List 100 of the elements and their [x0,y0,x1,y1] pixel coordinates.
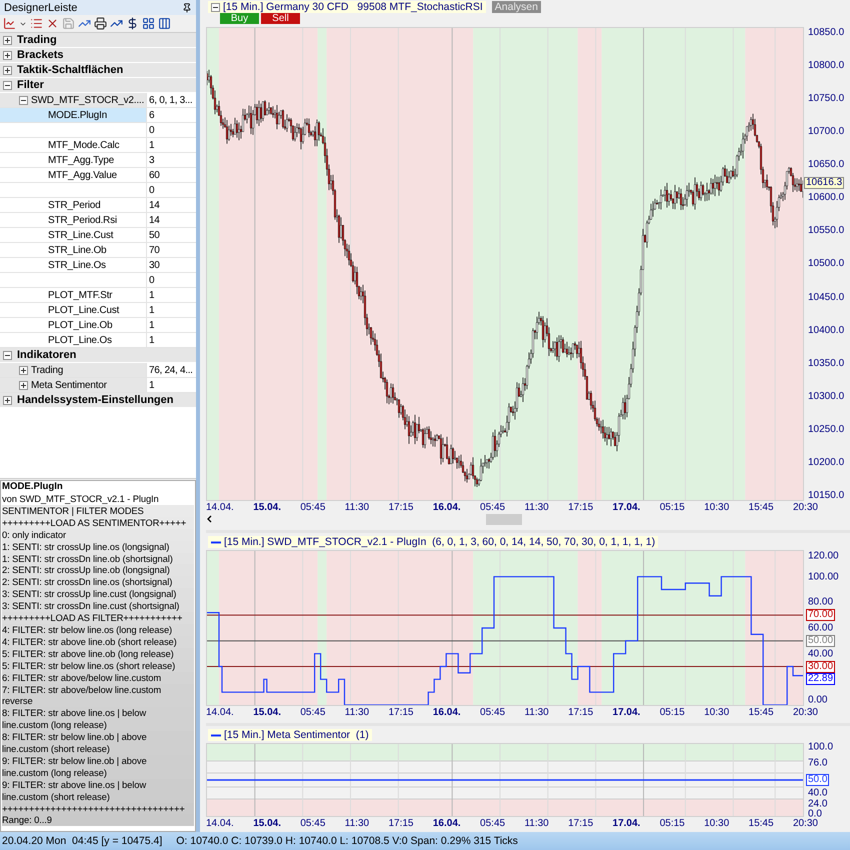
grid-icon[interactable] [142,17,155,30]
level-tag: 50.0 [806,774,830,786]
time-axis-label: 11:30 [524,706,549,718]
tree-section[interactable]: Trading [0,33,196,48]
time-axis-label: 17:15 [568,502,594,512]
price-axis-label: 10500.0 [807,258,846,270]
expand-icon[interactable] [3,66,12,74]
time-axis-label: 20:30 [792,502,818,512]
delete-icon[interactable] [46,17,59,30]
line-swatch-icon [211,540,221,544]
time-axis-label: 17.04. [612,502,640,512]
time-axis-label: 11:30 [344,818,370,828]
time-axis-label: 11:30 [524,818,549,828]
price-axis-label: 10550.0 [807,225,846,236]
tree-section[interactable]: Handelssystem-Einstellungen [0,393,196,408]
indicator-legend-text: [15 Min.] SWD_MTF_STOCR_v2.1 - PlugIn (6, 0, 1, 3, 60, 0, 14, 14, 50, 70, 30, 0, 1, 1, 1, 1) [224,536,656,548]
columns-icon[interactable] [158,17,171,30]
sentimentor-axis-label: 40.0 [808,787,828,798]
time-axis-label: 16.04. [432,706,461,718]
sell-button[interactable]: Sell [261,13,300,24]
chart-icon[interactable] [3,17,16,30]
price-axis-label: 10200.0 [807,456,846,468]
oscillator-axis-label: 120.00 [808,550,839,562]
price-tag: 10616.3 [804,177,844,190]
time-axis-label: 17.04. [612,818,640,828]
property-name[interactable]: MODE.PlugIn [0,108,147,122]
cursor-position: 20.04.20 Mon 04:45 [y = 10475.4] [2,835,162,847]
time-axis-label: 10:30 [704,502,730,512]
chevron-left-icon[interactable] [206,515,214,523]
time-axis-label: 20:30 [792,706,818,718]
level-tag: 30.00 [806,661,836,673]
indicator-legend-text: [15 Min.] Meta Sentimentor (1) [224,729,369,741]
price-axis-label: 10700.0 [807,126,846,138]
list-icon[interactable] [30,17,43,30]
price-axis-label: 10450.0 [807,292,846,302]
collapse-icon[interactable] [3,350,12,360]
price-axis-label: 10850.0 [807,27,846,38]
dollar-icon[interactable] [126,17,139,30]
time-axis-label: 05:45 [300,818,326,828]
price-axis-label: 10300.0 [807,390,846,402]
time-axis-label: 05:15 [660,706,685,718]
expand-icon[interactable] [3,50,12,60]
oscillator-axis-label: 0.00 [808,694,828,706]
collapse-icon[interactable] [211,2,220,12]
tree-row-name[interactable]: Trading [0,363,147,377]
buy-button[interactable]: Buy [220,13,259,24]
expand-icon[interactable] [19,366,28,374]
tree-section[interactable]: Filter [0,78,196,93]
level-tag: 50.00 [806,634,836,647]
time-axis-label: 05:15 [660,818,685,828]
collapse-icon[interactable] [3,80,12,90]
price-axis-label: 10350.0 [807,358,846,369]
time-axis-label: 15:45 [748,502,774,512]
price-axis-label: 10750.0 [807,93,846,104]
tree-section[interactable]: Taktik-Schaltflächen [0,63,196,78]
time-axis-label: 05:45 [480,818,506,828]
tree-row-name[interactable]: Meta Sentimentor [0,378,147,392]
time-axis-label: 17.04. [612,706,640,718]
time-axis-label: 05:45 [300,706,326,718]
collapse-icon[interactable] [19,96,28,104]
time-axis-label: 17:15 [388,818,414,828]
tree-row-name[interactable]: SWD_MTF_STOCR_v2.... [0,93,147,107]
pin-icon[interactable] [182,2,192,12]
scroll-thumb[interactable] [486,514,522,524]
time-axis-label: 05:45 [300,502,326,512]
oscillator-axis-label: 40.00 [808,648,834,660]
tree-row-label: Trading [31,364,64,376]
time-axis-label: 15.04. [253,818,281,828]
tree-section[interactable]: Brackets [0,48,196,63]
time-axis-label: 05:45 [480,706,506,718]
time-axis-label: 05:45 [480,502,506,512]
description-title: MODE.PlugIn [2,481,64,493]
time-axis-label: 17:15 [388,706,414,718]
time-axis-label: 10:30 [704,706,730,718]
price-axis-label: 10800.0 [807,60,846,72]
printer-icon[interactable] [94,17,107,30]
level-tag: 22.89 [806,673,836,686]
expand-icon[interactable] [3,396,12,404]
time-axis-label: 16.04. [432,502,461,512]
time-axis-label: 14.04. [206,706,234,718]
ohlc-readout: O: 10740.0 C: 10739.0 H: 10740.0 L: 10708.5 V:0 Span: 0.29% 315 Ticks [176,835,518,847]
sentimentor-axis-label: 76.0 [808,757,828,768]
line-swatch-icon [211,734,221,736]
time-axis-label: 20:30 [792,818,818,828]
price-axis-label: 10400.0 [807,324,846,336]
oscillator-axis-label: 100.00 [808,571,839,582]
time-axis-label: 17:15 [388,502,414,512]
expand-icon[interactable] [19,380,28,390]
time-axis-label: 15.04. [253,502,281,512]
time-axis-label: 14.04. [206,502,234,512]
expand-icon[interactable] [3,36,12,44]
tree-row-label: Meta Sentimentor [31,380,107,390]
time-axis-label: 15:45 [748,706,774,718]
tree-section[interactable]: Indikatoren [0,348,196,363]
price-axis-label: 10150.0 [807,490,846,501]
price-axis-label: 10600.0 [807,192,846,204]
tree-row-label: SWD_MTF_STOCR_v2.... [31,94,144,106]
time-axis-label: 17:15 [568,706,594,718]
sentimentor-axis-label: 0.0 [808,808,822,820]
time-axis-label: 10:30 [704,818,730,828]
